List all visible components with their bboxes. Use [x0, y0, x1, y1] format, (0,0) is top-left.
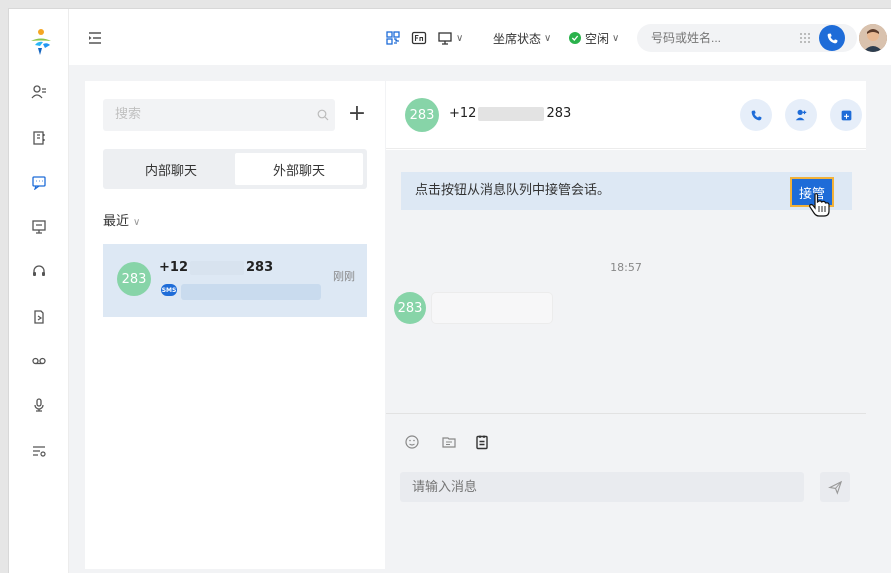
conversation-name: +12 283 [159, 260, 273, 275]
function-key-icon[interactable] [411, 28, 427, 48]
queue-status-dropdown[interactable]: 坐席状态 ∨ [493, 28, 551, 48]
message-input[interactable] [400, 472, 804, 502]
search-icon [317, 109, 329, 121]
voicemail-icon[interactable] [29, 350, 49, 370]
chat-title: +12 283 [449, 106, 571, 121]
send-icon [827, 480, 842, 495]
presence-dropdown[interactable]: 空闲 ∨ [569, 28, 619, 48]
conversation-name-suffix: 283 [245, 260, 274, 275]
chevron-down-icon: ∨ [456, 32, 464, 44]
archive-button[interactable] [830, 99, 862, 131]
sender-badge: 283 [394, 292, 426, 324]
top-bar: ∨ 坐席状态 ∨ 空闲 ∨ [69, 9, 891, 65]
side-nav [9, 9, 69, 573]
headset-icon[interactable] [29, 261, 49, 281]
call-log-icon[interactable] [29, 307, 49, 327]
recent-filter-label: 最近 [103, 214, 130, 229]
takeover-banner: 点击按钮从消息队列中接管会话。 [401, 172, 852, 210]
archive-icon [841, 110, 851, 120]
phone-icon [751, 110, 761, 120]
phonebook-icon[interactable] [29, 128, 49, 148]
chevron-down-icon: ∨ [612, 32, 620, 44]
menu-collapse-icon[interactable] [87, 31, 103, 45]
message-bubble [432, 293, 552, 323]
contacts-icon[interactable] [29, 82, 49, 102]
user-avatar[interactable] [859, 24, 887, 52]
hand-cursor-icon [809, 193, 830, 217]
contact-badge: 283 [117, 262, 151, 296]
queue-status-label: 坐席状态 [493, 31, 542, 46]
masked-number [189, 260, 244, 275]
tab-internal-chat[interactable]: 内部聊天 [107, 153, 235, 185]
conversation-time: 刚刚 [333, 270, 355, 283]
presence-label: 空闲 [585, 31, 610, 46]
conversation-name-prefix: +12 [159, 260, 188, 275]
app-window: ∨ 坐席状态 ∨ 空闲 ∨ 搜索 + 内部聊天 外部聊天 [8, 8, 891, 573]
chat-type-tabs: 内部聊天 外部聊天 [103, 149, 367, 189]
recent-filter-dropdown[interactable]: 最近 ∨ [103, 210, 140, 229]
send-button[interactable] [820, 472, 850, 502]
monitor-icon[interactable] [29, 217, 49, 237]
contact-badge: 283 [405, 98, 439, 132]
recording-icon[interactable] [29, 395, 49, 415]
app-logo [31, 29, 51, 55]
masked-number [478, 106, 545, 121]
emoji-icon[interactable] [404, 434, 420, 450]
chat-panel: 283 +12 283 点击按钮从消息队列中接管会话。 接管 18:57 283… [386, 81, 866, 569]
sms-channel-icon: SMS [161, 284, 177, 296]
phone-icon [827, 33, 837, 43]
message-area: 点击按钮从消息队列中接管会话。 接管 18:57 283 [386, 150, 866, 413]
chat-title-prefix: +12 [449, 106, 477, 121]
chevron-down-icon: ∨ [544, 32, 552, 44]
new-chat-button[interactable]: + [347, 103, 367, 125]
chat-header: 283 +12 283 [386, 81, 866, 149]
desk-phone-icon[interactable]: ∨ [437, 28, 463, 48]
qr-icon[interactable] [385, 28, 401, 48]
dialpad-icon[interactable] [799, 32, 811, 44]
call-button[interactable] [819, 25, 845, 51]
chat-icon[interactable] [29, 172, 49, 192]
call-contact-button[interactable] [740, 99, 772, 131]
tab-external-chat[interactable]: 外部聊天 [235, 153, 363, 185]
add-contact-button[interactable] [785, 99, 817, 131]
check-circle-icon [569, 32, 581, 44]
add-user-icon [795, 109, 807, 121]
message-timestamp: 18:57 [610, 261, 642, 274]
chat-search-input[interactable]: 搜索 [103, 99, 335, 131]
file-icon[interactable] [441, 434, 457, 450]
quick-reply-icon[interactable] [474, 434, 490, 450]
settings-list-icon[interactable] [29, 441, 49, 461]
chat-list-panel: 搜索 + 内部聊天 外部聊天 最近 ∨ 283 +12 283 刚刚 SMS [85, 81, 385, 569]
message-composer [386, 413, 866, 569]
conversation-preview [181, 284, 321, 300]
chevron-down-icon: ∨ [133, 217, 141, 228]
chat-title-suffix: 283 [546, 106, 572, 121]
conversation-item[interactable]: 283 +12 283 刚刚 SMS [103, 244, 367, 317]
